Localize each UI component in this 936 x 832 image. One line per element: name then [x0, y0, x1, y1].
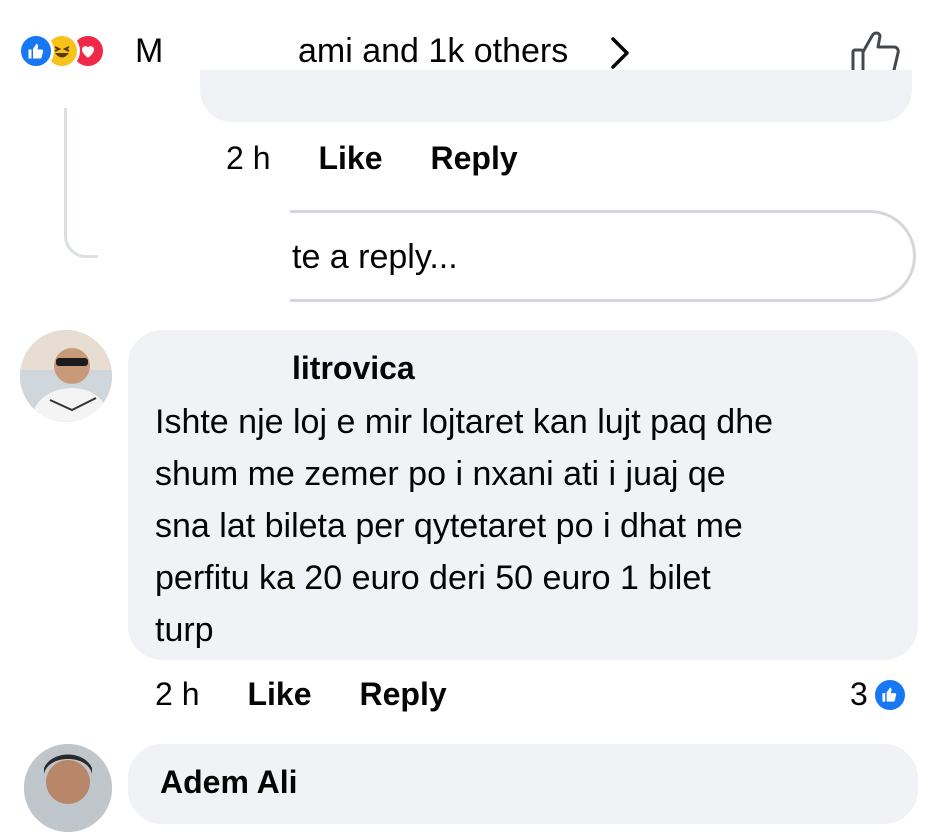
- comment-timestamp: 2 h: [155, 676, 200, 712]
- thread-connector-line: [64, 108, 98, 258]
- like-reaction-icon: [18, 33, 54, 69]
- avatar[interactable]: [24, 744, 112, 832]
- comment-text-line: sna lat bileta per qytetaret po i dhat m…: [155, 507, 743, 545]
- comment-actions: 2 h Like Reply: [155, 676, 447, 713]
- like-reaction-icon: [871, 676, 908, 713]
- comment-author[interactable]: litrovica: [292, 350, 415, 387]
- reply-timestamp: 2 h: [226, 140, 271, 176]
- reaction-summary[interactable]: ami and 1k others: [298, 32, 568, 71]
- reaction-icons[interactable]: [18, 30, 106, 72]
- avatar[interactable]: [20, 330, 112, 422]
- comment-text-line: Ishte nje loj e mir lojtaret kan lujt pa…: [155, 403, 774, 441]
- reply-button[interactable]: Reply: [431, 140, 518, 177]
- previous-reply-actions: 2 h Like Reply: [226, 140, 518, 177]
- previous-reply-bubble: [200, 70, 912, 122]
- reply-button[interactable]: Reply: [360, 676, 447, 713]
- comment-text-line: shum me zemer po i nxani ati i juaj qe: [155, 455, 726, 493]
- reaction-count: 3: [850, 676, 868, 712]
- like-button[interactable]: Like: [318, 140, 382, 177]
- comment-text-line: perfitu ka 20 euro deri 50 euro 1 bilet: [155, 559, 711, 597]
- reply-placeholder[interactable]: te a reply...: [292, 238, 458, 277]
- comment-author[interactable]: Adem Ali: [160, 764, 298, 801]
- comment-text-line: turp: [155, 611, 214, 649]
- comment-text: Ishte nje loj e mir lojtaret kan lujt pa…: [155, 396, 895, 656]
- like-button[interactable]: Like: [247, 676, 311, 713]
- comment-reaction-count[interactable]: 3: [850, 676, 908, 713]
- reactor-name-fragment[interactable]: M: [135, 32, 163, 71]
